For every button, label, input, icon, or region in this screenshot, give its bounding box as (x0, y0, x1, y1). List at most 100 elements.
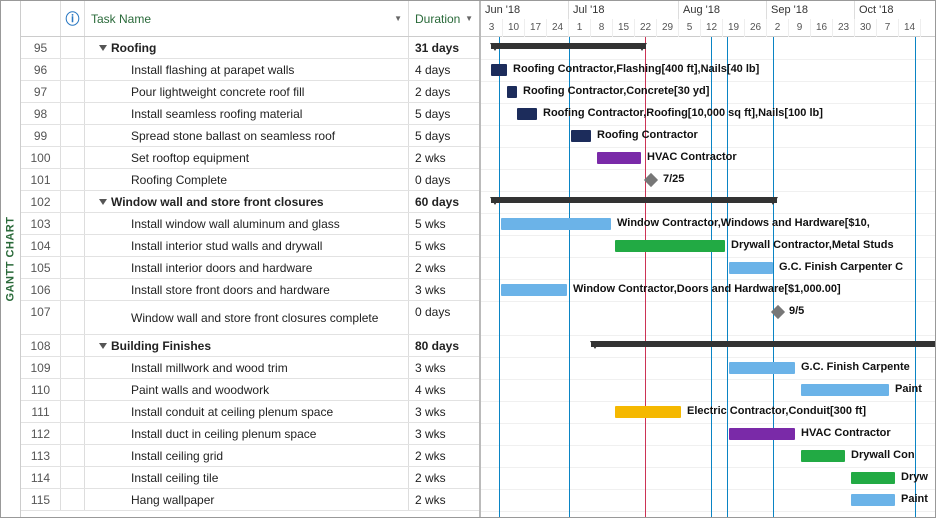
duration-cell[interactable]: 31 days (409, 37, 479, 58)
task-bar[interactable] (729, 262, 773, 274)
duration-cell[interactable]: 2 wks (409, 445, 479, 466)
task-bar[interactable] (517, 108, 537, 120)
duration-cell[interactable]: 5 wks (409, 235, 479, 256)
collapse-icon[interactable] (99, 343, 107, 349)
col-duration-header[interactable]: Duration ▼ (409, 1, 479, 36)
col-task-header[interactable]: Task Name ▼ (85, 1, 409, 36)
duration-cell[interactable]: 0 days (409, 169, 479, 190)
table-row[interactable]: 115Hang wallpaper2 wks (21, 489, 479, 511)
duration-cell[interactable]: 2 wks (409, 489, 479, 510)
task-bar[interactable] (729, 428, 795, 440)
collapse-icon[interactable] (99, 199, 107, 205)
task-bar[interactable] (491, 64, 507, 76)
summary-bar[interactable] (491, 43, 646, 49)
duration-cell[interactable]: 5 wks (409, 213, 479, 234)
task-bar[interactable] (571, 130, 591, 142)
col-info-header[interactable]: ⓘ (61, 1, 85, 36)
task-name-cell[interactable]: Install flashing at parapet walls (85, 59, 409, 80)
duration-cell[interactable]: 3 wks (409, 279, 479, 300)
summary-bar[interactable] (491, 197, 777, 203)
duration-cell[interactable]: 3 wks (409, 357, 479, 378)
collapse-icon[interactable] (99, 45, 107, 51)
row-info (61, 401, 85, 422)
table-row[interactable]: 100Set rooftop equipment2 wks (21, 147, 479, 169)
task-name-cell[interactable]: Install interior doors and hardware (85, 257, 409, 278)
task-name-cell[interactable]: Install ceiling grid (85, 445, 409, 466)
task-bar[interactable] (507, 86, 517, 98)
duration-cell[interactable]: 2 wks (409, 147, 479, 168)
table-row[interactable]: 95Roofing31 days (21, 37, 479, 59)
table-row[interactable]: 108Building Finishes80 days (21, 335, 479, 357)
table-row[interactable]: 98Install seamless roofing material5 day… (21, 103, 479, 125)
table-row[interactable]: 113Install ceiling grid2 wks (21, 445, 479, 467)
summary-bar[interactable] (591, 341, 935, 347)
task-name-cell[interactable]: Window wall and store front closures com… (85, 301, 409, 334)
task-name-cell[interactable]: Install interior stud walls and drywall (85, 235, 409, 256)
duration-cell[interactable]: 5 days (409, 103, 479, 124)
bar-label: Roofing Contractor (597, 129, 698, 141)
table-row[interactable]: 104Install interior stud walls and drywa… (21, 235, 479, 257)
task-name-cell[interactable]: Install window wall aluminum and glass (85, 213, 409, 234)
chart-area[interactable]: Roofing Contractor,Flashing[400 ft],Nail… (481, 37, 935, 517)
table-row[interactable]: 103Install window wall aluminum and glas… (21, 213, 479, 235)
task-name-cell[interactable]: Hang wallpaper (85, 489, 409, 510)
bar-label: Drywall Con (851, 449, 915, 461)
task-bar[interactable] (851, 494, 895, 506)
table-row[interactable]: 105Install interior doors and hardware2 … (21, 257, 479, 279)
duration-cell[interactable]: 4 wks (409, 379, 479, 400)
row-info (61, 37, 85, 58)
table-row[interactable]: 114Install ceiling tile2 wks (21, 467, 479, 489)
task-name-cell[interactable]: Spread stone ballast on seamless roof (85, 125, 409, 146)
task-name-cell[interactable]: Roofing Complete (85, 169, 409, 190)
duration-cell[interactable]: 0 days (409, 301, 479, 334)
task-bar[interactable] (615, 406, 681, 418)
task-name-cell[interactable]: Building Finishes (85, 335, 409, 356)
table-row[interactable]: 99Spread stone ballast on seamless roof5… (21, 125, 479, 147)
task-name-cell[interactable]: Pour lightweight concrete roof fill (85, 81, 409, 102)
task-name-cell[interactable]: Install store front doors and hardware (85, 279, 409, 300)
task-bar[interactable] (501, 218, 611, 230)
col-id-header[interactable] (21, 1, 61, 36)
duration-cell[interactable]: 3 wks (409, 401, 479, 422)
table-row[interactable]: 107Window wall and store front closures … (21, 301, 479, 335)
duration-cell[interactable]: 60 days (409, 191, 479, 212)
task-bar[interactable] (501, 284, 567, 296)
task-name-cell[interactable]: Install millwork and wood trim (85, 357, 409, 378)
row-id: 110 (21, 379, 61, 400)
task-name-cell[interactable]: Install ceiling tile (85, 467, 409, 488)
task-bar[interactable] (729, 362, 795, 374)
task-bar[interactable] (801, 450, 845, 462)
table-row[interactable]: 96Install flashing at parapet walls4 day… (21, 59, 479, 81)
table-row[interactable]: 111Install conduit at ceiling plenum spa… (21, 401, 479, 423)
duration-cell[interactable]: 4 days (409, 59, 479, 80)
task-name-cell[interactable]: Paint walls and woodwork (85, 379, 409, 400)
table-row[interactable]: 110 Paint walls and woodwork4 wks (21, 379, 479, 401)
duration-cell[interactable]: 2 wks (409, 467, 479, 488)
task-name-cell[interactable]: Roofing (85, 37, 409, 58)
duration-cell[interactable]: 2 days (409, 81, 479, 102)
task-name-text: Install interior stud walls and drywall (131, 235, 322, 257)
task-name-cell[interactable]: Install seamless roofing material (85, 103, 409, 124)
table-row[interactable]: 112Install duct in ceiling plenum space3… (21, 423, 479, 445)
table-row[interactable]: 97Pour lightweight concrete roof fill2 d… (21, 81, 479, 103)
gantt-timeline[interactable]: Jun '18Jul '18Aug '18Sep '18Oct '18 3101… (481, 1, 935, 517)
task-name-cell[interactable]: Install conduit at ceiling plenum space (85, 401, 409, 422)
task-name-cell[interactable]: Window wall and store front closures (85, 191, 409, 212)
task-name-cell[interactable]: Install duct in ceiling plenum space (85, 423, 409, 444)
duration-cell[interactable]: 80 days (409, 335, 479, 356)
table-row[interactable]: 101Roofing Complete0 days (21, 169, 479, 191)
table-row[interactable]: 102Window wall and store front closures6… (21, 191, 479, 213)
table-row[interactable]: 109Install millwork and wood trim3 wks (21, 357, 479, 379)
duration-cell[interactable]: 2 wks (409, 257, 479, 278)
task-bar[interactable] (597, 152, 641, 164)
task-name-text: Install ceiling tile (131, 467, 218, 489)
milestone-icon[interactable] (644, 173, 658, 187)
task-name-cell[interactable]: Set rooftop equipment (85, 147, 409, 168)
duration-cell[interactable]: 5 days (409, 125, 479, 146)
duration-cell[interactable]: 3 wks (409, 423, 479, 444)
task-bar[interactable] (615, 240, 725, 252)
task-bar[interactable] (801, 384, 889, 396)
milestone-icon[interactable] (771, 305, 785, 319)
task-bar[interactable] (851, 472, 895, 484)
table-row[interactable]: 106Install store front doors and hardwar… (21, 279, 479, 301)
